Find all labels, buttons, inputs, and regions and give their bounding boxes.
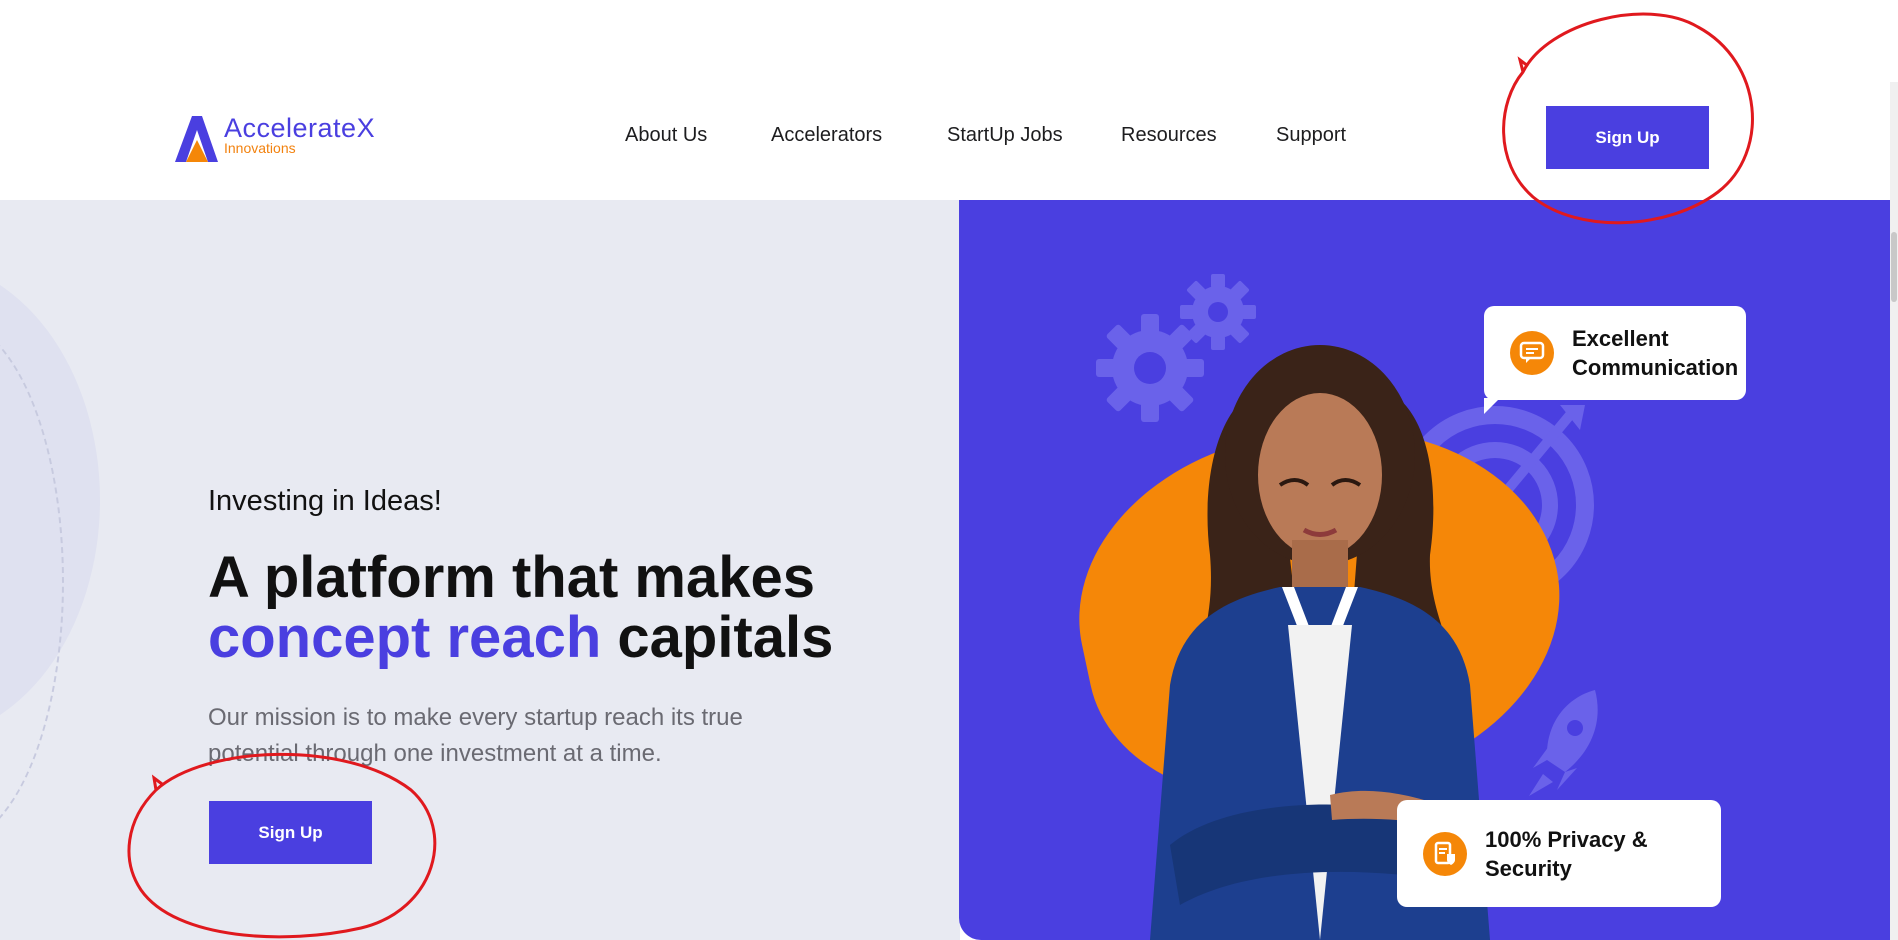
brand-tagline: Innovations [224, 140, 296, 156]
feature-privacy-label: 100% Privacy & Security [1485, 826, 1648, 881]
annotation-circle-header [1502, 12, 1754, 225]
headline-rest: capitals [601, 605, 834, 670]
hero-headline: A platform that makes concept reach capi… [208, 548, 833, 668]
headline-accent: concept reach [208, 605, 602, 670]
chat-icon [1510, 331, 1554, 375]
nav-item-startup-jobs[interactable]: StartUp Jobs [947, 124, 1063, 147]
rocket-icon [1529, 690, 1598, 796]
feature-communication-label: Excellent Communication [1572, 326, 1739, 380]
nav-item-resources[interactable]: Resources [1121, 124, 1217, 147]
logo-a-icon [175, 116, 218, 162]
annotation-circle-hero [127, 752, 437, 939]
hero-kicker: Investing in Ideas! [208, 485, 442, 517]
nav-item-about-us[interactable]: About Us [625, 124, 707, 147]
headline-line-1: A platform that makes [208, 545, 815, 610]
document-shield-icon [1423, 831, 1467, 876]
feature-card-privacy: 100% Privacy & Security [1397, 800, 1721, 907]
brand-logo[interactable]: AccelerateX Innovations [172, 110, 392, 166]
bubble-tail [1484, 398, 1500, 414]
nav-item-accelerators[interactable]: Accelerators [771, 124, 882, 147]
scrollbar-thumb[interactable] [1891, 232, 1897, 302]
page-scrollbar[interactable] [1890, 82, 1898, 940]
nav-item-support[interactable]: Support [1276, 124, 1346, 147]
headline-line-2: concept reach capitals [208, 608, 833, 668]
feature-card-communication: Excellent Communication [1484, 306, 1746, 400]
